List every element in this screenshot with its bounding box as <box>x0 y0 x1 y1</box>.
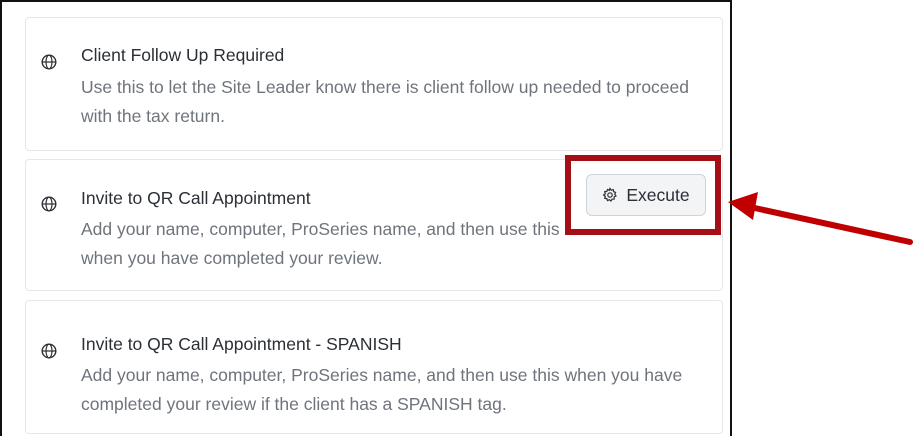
screenshot-stage: Client Follow Up Required Use this to le… <box>0 0 916 436</box>
execute-button-label: Execute <box>626 184 690 205</box>
action-title: Invite to QR Call Appointment - SPANISH <box>81 334 402 354</box>
action-card-client-follow-up[interactable]: Client Follow Up Required Use this to le… <box>25 17 723 151</box>
action-title: Invite to QR Call Appointment <box>81 188 311 208</box>
arrow-annotation <box>728 192 913 245</box>
action-title: Client Follow Up Required <box>81 45 285 65</box>
gear-icon <box>602 187 618 202</box>
action-description: Use this to let the Site Leader know the… <box>81 77 690 126</box>
globe-icon <box>41 196 57 212</box>
globe-icon <box>41 343 57 359</box>
actions-panel: Client Follow Up Required Use this to le… <box>0 0 732 436</box>
action-description: Add your name, computer, ProSeries name,… <box>81 365 683 414</box>
action-card-invite-qr-call-spanish[interactable]: Invite to QR Call Appointment - SPANISH … <box>25 300 723 434</box>
execute-button[interactable]: Execute <box>586 174 706 216</box>
globe-icon <box>41 54 57 70</box>
action-description: Add your name, computer, ProSeries name,… <box>81 219 560 268</box>
